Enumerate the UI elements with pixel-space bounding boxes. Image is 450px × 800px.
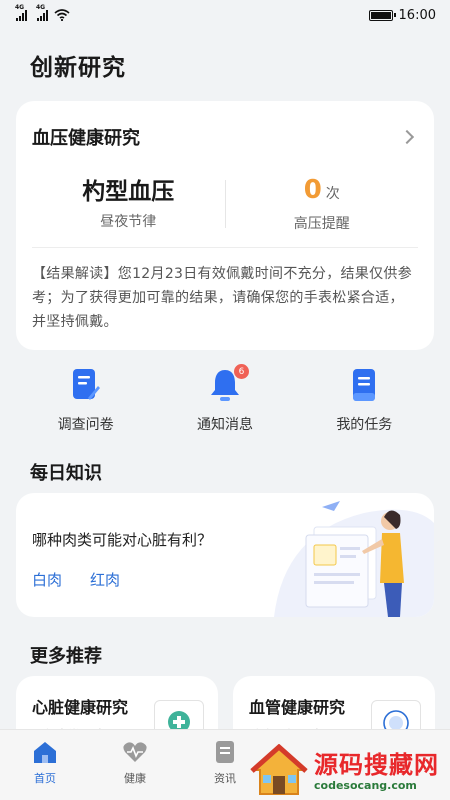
battery-icon	[368, 9, 396, 21]
bp-study-card[interactable]: 血压健康研究 杓型血压 昼夜节律 0次 高压提醒 【结果解读】您12月23日有效…	[16, 101, 434, 350]
notification-badge: 6	[233, 364, 249, 379]
option-red-meat[interactable]: 红肉	[90, 569, 120, 590]
shortcut-questionnaire[interactable]: 调查问卷	[16, 366, 155, 436]
heart-pulse-icon	[123, 742, 147, 762]
tab-label: 资讯	[214, 772, 236, 785]
knowledge-question: 哪种肉类可能对心脏有利？	[32, 531, 213, 549]
knowledge-options: 白肉 红肉	[32, 569, 120, 590]
bell-icon: 6	[209, 364, 249, 404]
shortcut-label: 调查问卷	[57, 417, 114, 433]
house-logo-icon	[250, 744, 308, 795]
bp-alert-value: 0次	[226, 175, 419, 209]
questionnaire-icon	[71, 366, 101, 404]
wifi-icon	[54, 9, 70, 21]
watermark-url: codesocang.com	[314, 778, 417, 792]
tab-home[interactable]: 首页	[0, 730, 90, 800]
tab-label: 首页	[34, 772, 56, 785]
knowledge-illustration	[274, 501, 434, 617]
tab-label: 健康	[124, 772, 146, 785]
chevron-right-icon[interactable]	[399, 129, 415, 145]
shortcut-notifications[interactable]: 6 通知消息	[155, 364, 294, 436]
alert-unit: 次	[325, 186, 340, 202]
status-bar: 4G 4G 16:00	[0, 0, 450, 30]
clock: 16:00	[398, 7, 436, 23]
alert-count: 0	[303, 175, 322, 205]
shortcut-tasks[interactable]: 我的任务	[295, 366, 434, 436]
option-white-meat[interactable]: 白肉	[32, 569, 62, 590]
bp-pattern-label: 昼夜节律	[100, 214, 157, 230]
watermark-title: 源码搜藏网	[314, 750, 439, 779]
shortcut-label: 我的任务	[336, 417, 393, 433]
status-right: 16:00	[368, 7, 436, 23]
daily-knowledge-card: 哪种肉类可能对心脏有利？ 白肉 红肉	[16, 493, 434, 617]
news-icon	[216, 741, 234, 763]
network-type-label: 4G	[15, 4, 25, 11]
task-icon	[350, 366, 378, 404]
bp-alert-stat: 0次 高压提醒	[226, 175, 419, 233]
section-title-daily-knowledge: 每日知识	[30, 463, 102, 484]
watermark: 源码搜藏网 codesocang.com	[250, 742, 450, 800]
bp-alert-label: 高压提醒	[293, 216, 350, 232]
result-interpretation: 【结果解读】您12月23日有效佩戴时间不充分，结果仅供参考；为了获得更加可靠的结…	[32, 266, 413, 330]
page-title: 创新研究	[30, 55, 126, 81]
signal-icon: 4G	[15, 4, 27, 21]
signal-icon: 4G	[36, 4, 48, 21]
network-type-label: 4G	[36, 4, 46, 11]
status-left: 4G 4G	[15, 4, 70, 21]
bp-pattern-value: 杓型血压	[82, 179, 175, 205]
bp-card-title: 血压健康研究	[32, 128, 140, 149]
tab-health[interactable]: 健康	[90, 730, 180, 800]
home-icon	[34, 742, 56, 763]
section-title-more: 更多推荐	[30, 646, 102, 667]
shortcut-row: 调查问卷 6 通知消息 我的任务	[16, 364, 434, 436]
bp-card-header[interactable]: 血压健康研究	[32, 101, 418, 173]
bp-stats: 杓型血压 昼夜节律 0次 高压提醒	[32, 173, 418, 235]
bp-pattern-stat: 杓型血压 昼夜节律	[32, 177, 225, 231]
watermark-text: 源码搜藏网 codesocang.com	[314, 751, 439, 792]
shortcut-label: 通知消息	[196, 417, 253, 433]
